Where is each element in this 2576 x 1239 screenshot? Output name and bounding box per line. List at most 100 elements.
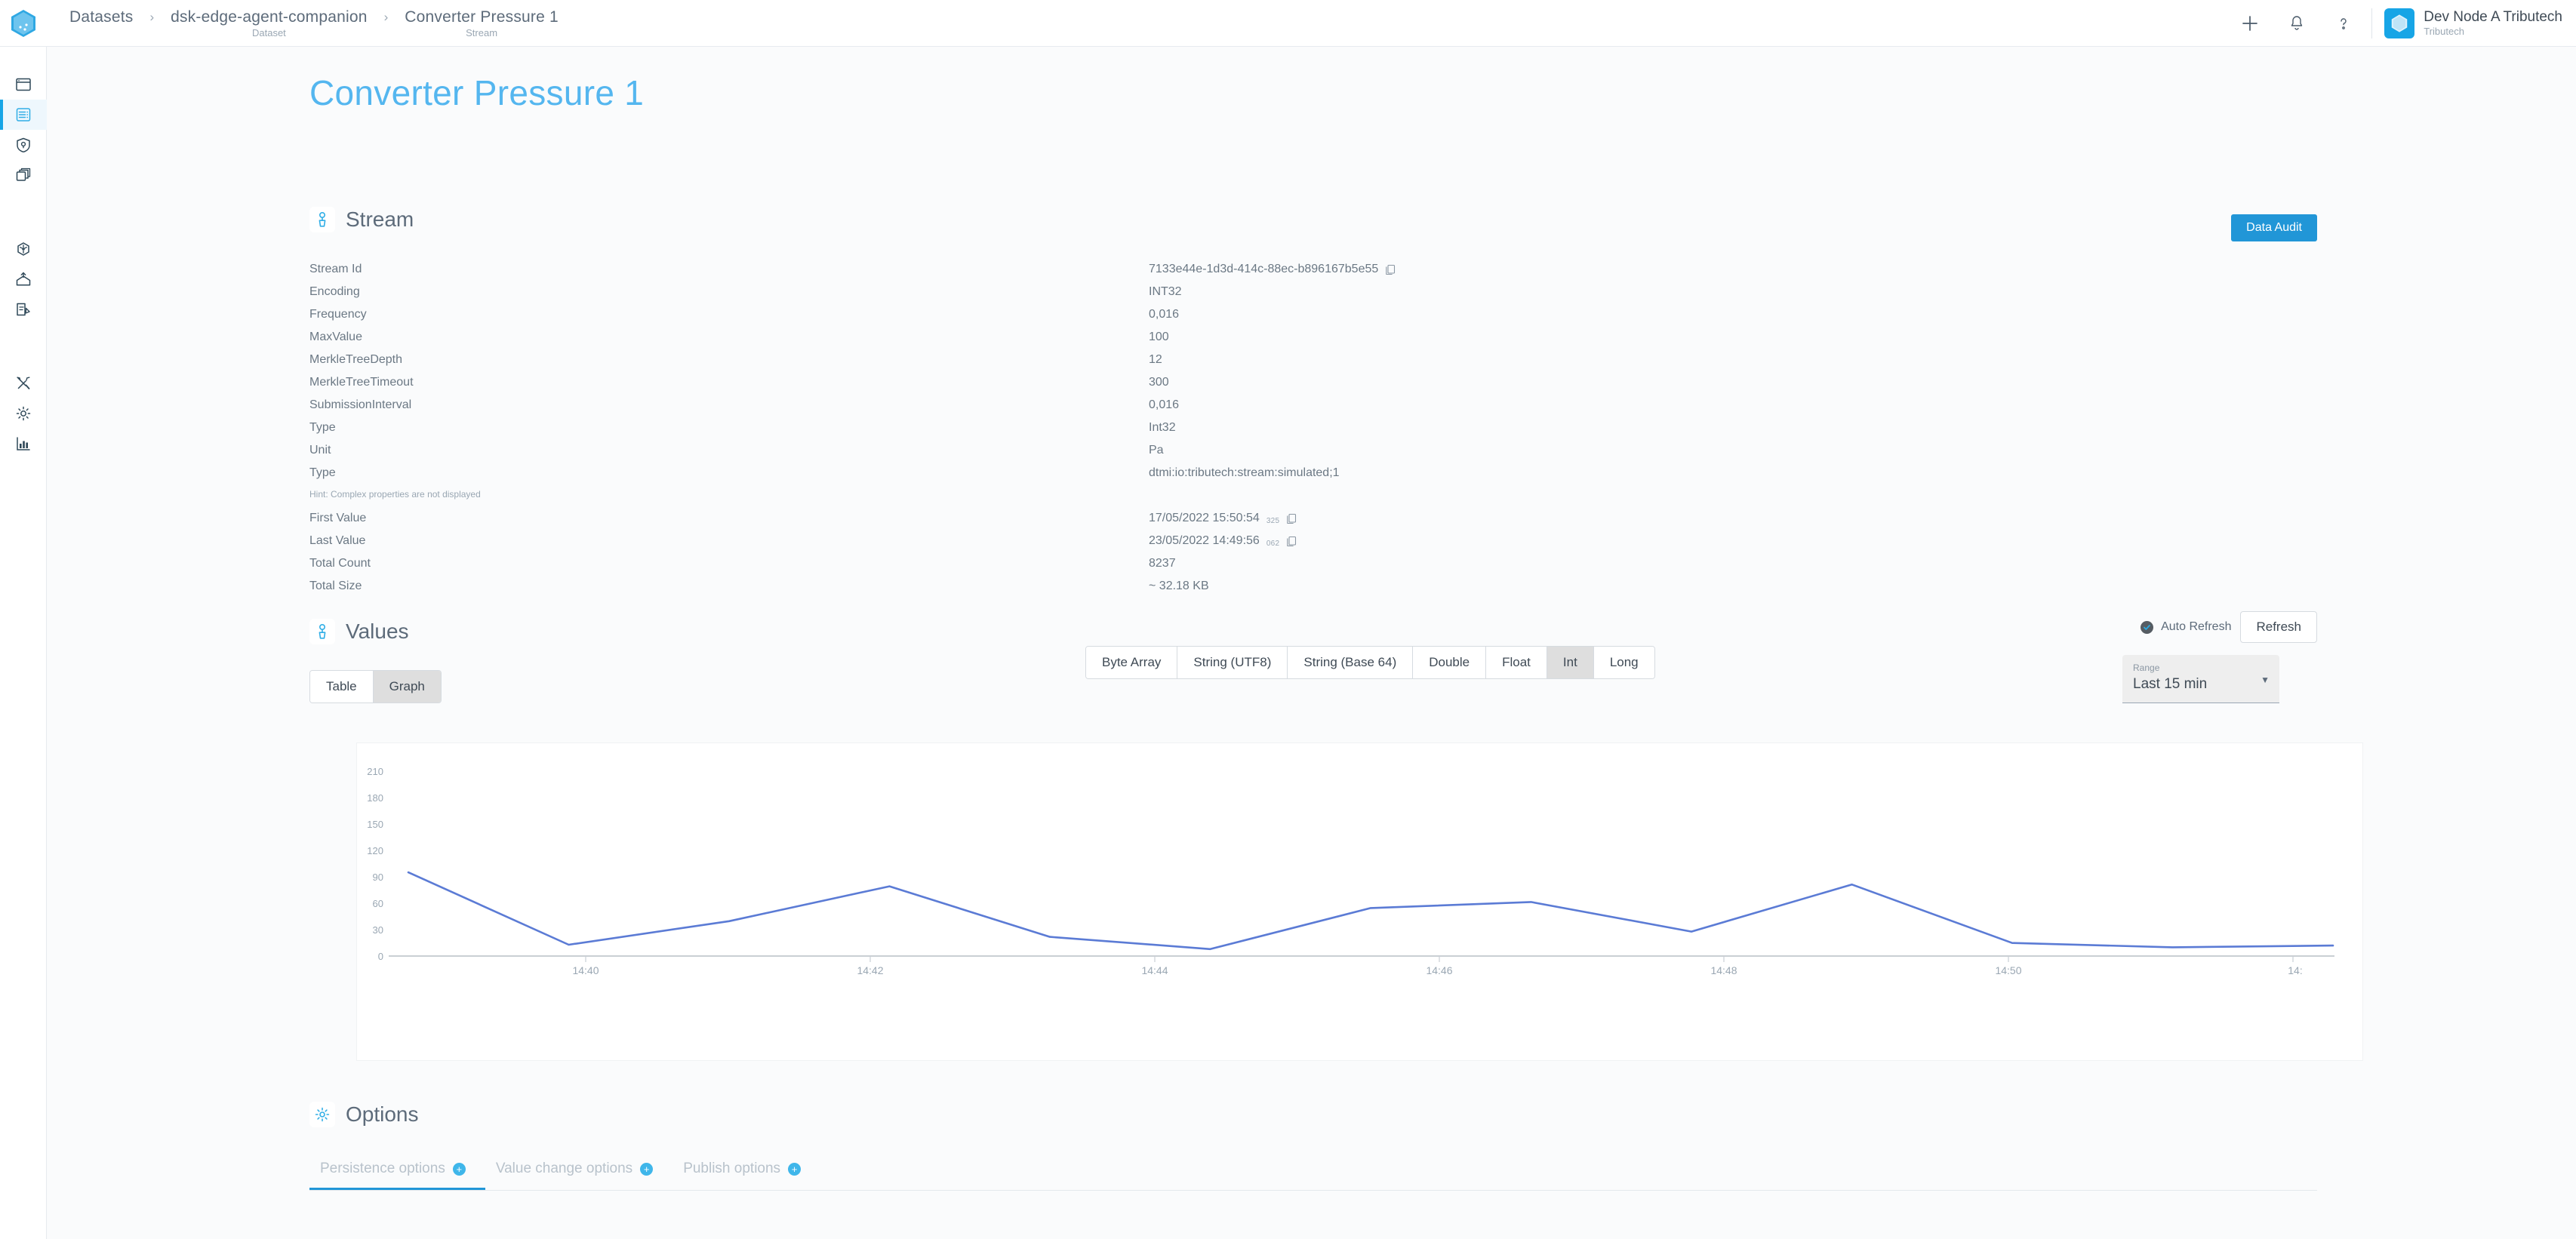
stream-icon <box>309 619 335 644</box>
sidebar-item-tools[interactable] <box>0 368 47 398</box>
info-icon[interactable]: + <box>640 1162 654 1176</box>
sidebar-item-requests[interactable] <box>0 294 47 324</box>
tab-label: Publish options <box>683 1161 781 1176</box>
view-mode-table-button[interactable]: Table <box>310 671 374 703</box>
stream-section-title: Stream <box>346 208 414 231</box>
sidebar-item-datasets[interactable] <box>0 100 47 130</box>
tab-publish-options[interactable]: Publish options + <box>672 1153 820 1190</box>
tab-persistence-options[interactable]: Persistence options + <box>309 1153 485 1190</box>
sidebar-item-analytics[interactable] <box>0 429 47 459</box>
stream-section: Stream Stream Id 7133e44e-1d3d-414c-88ec… <box>309 207 2317 598</box>
sidebar-item-settings[interactable] <box>0 398 47 429</box>
account-name: Dev Node A Tributech <box>2424 9 2562 25</box>
values-chart-card[interactable]: 210 180 150 120 90 60 30 0 14:40 14:42 1… <box>356 742 2363 1061</box>
stat-value: 17/05/2022 15:50:54 325 <box>1149 512 1297 525</box>
copy-icon[interactable] <box>1286 513 1297 524</box>
chevron-right-icon: › <box>383 9 389 24</box>
property-value: 12 <box>1149 353 1162 366</box>
y-axis-tick: 60 <box>373 898 383 909</box>
sidebar-item-overview[interactable] <box>0 69 47 100</box>
range-select[interactable]: Range Last 15 min ▼ <box>2122 655 2279 703</box>
chevron-right-icon: › <box>149 9 155 24</box>
help-icon[interactable] <box>2320 0 2367 47</box>
stat-row: Last Value 23/05/2022 14:49:56 062 <box>309 530 2317 552</box>
account-menu[interactable]: Dev Node A Tributech Tributech <box>2377 8 2576 38</box>
property-key: Unit <box>309 444 331 457</box>
property-row: MaxValue 100 <box>309 326 2317 349</box>
breadcrumb-item-1[interactable]: dsk-edge-agent-companion Dataset <box>165 8 373 38</box>
y-axis-tick: 180 <box>367 792 383 804</box>
property-key: MaxValue <box>309 331 362 343</box>
property-row: Type Int32 <box>309 417 2317 439</box>
type-button-string-utf8[interactable]: String (UTF8) <box>1177 647 1288 678</box>
stat-row: Total Size ~ 32.18 KB <box>309 575 2317 598</box>
sidebar-item-twins[interactable] <box>0 160 47 190</box>
toolbar-divider <box>2371 8 2373 38</box>
auto-refresh-label: Auto Refresh <box>2161 620 2232 633</box>
network-node-icon <box>17 242 29 256</box>
options-section-header: Options <box>309 1102 2317 1127</box>
gear-icon <box>16 406 31 421</box>
x-axis-ticks <box>585 956 2294 962</box>
stat-value-text: 23/05/2022 14:49:56 <box>1149 534 1260 547</box>
top-bar: Datasets › dsk-edge-agent-companion Data… <box>0 0 2576 47</box>
bar-chart-icon <box>17 437 30 450</box>
property-value-text: 7133e44e-1d3d-414c-88ec-b896167b5e55 <box>1149 263 1379 275</box>
stream-properties: Stream Id 7133e44e-1d3d-414c-88ec-b89616… <box>309 258 2317 598</box>
property-key: MerkleTreeTimeout <box>309 376 414 389</box>
property-value: Int32 <box>1149 421 1176 434</box>
property-row: Unit Pa <box>309 439 2317 462</box>
values-section: Values Table Graph Byte Array String (UT… <box>309 611 2317 703</box>
refresh-button[interactable]: Refresh <box>2240 611 2317 643</box>
type-button-byte-array[interactable]: Byte Array <box>1086 647 1178 678</box>
page-title: Converter Pressure 1 <box>309 73 645 112</box>
sidebar-item-security[interactable] <box>0 130 47 160</box>
breadcrumb-label: Datasets <box>69 8 134 26</box>
account-org: Tributech <box>2424 26 2464 37</box>
type-button-int[interactable]: Int <box>1547 647 1594 678</box>
copy-icon[interactable] <box>1286 536 1297 547</box>
type-button-long[interactable]: Long <box>1593 647 1654 678</box>
stat-key: First Value <box>309 512 367 524</box>
notifications-bell-icon[interactable] <box>2273 0 2320 47</box>
property-key: SubmissionInterval <box>309 398 412 411</box>
edit-document-icon <box>17 303 30 316</box>
type-button-float[interactable]: Float <box>1486 647 1547 678</box>
chart-series-line <box>407 871 2334 951</box>
property-row: SubmissionInterval 0,016 <box>309 394 2317 417</box>
property-value: dtmi:io:tributech:stream:simulated;1 <box>1149 466 1340 479</box>
property-key: Stream Id <box>309 263 362 275</box>
property-key: Encoding <box>309 285 360 298</box>
property-row: MerkleTreeTimeout 300 <box>309 371 2317 394</box>
view-mode-graph-button[interactable]: Graph <box>373 671 441 703</box>
breadcrumb-item-2[interactable]: Converter Pressure 1 Stream <box>399 8 565 38</box>
type-button-double[interactable]: Double <box>1413 647 1487 678</box>
stat-value: 8237 <box>1149 557 1176 570</box>
sidebar-item-network[interactable] <box>0 234 47 264</box>
auto-refresh-toggle[interactable]: Auto Refresh <box>2141 620 2231 634</box>
info-icon[interactable]: + <box>788 1162 802 1176</box>
inbox-upload-icon <box>16 272 31 286</box>
breadcrumb-label: dsk-edge-agent-companion <box>171 8 368 26</box>
type-button-string-base64[interactable]: String (Base 64) <box>1288 647 1414 678</box>
property-key: MerkleTreeDepth <box>309 353 403 366</box>
breadcrumb-item-0[interactable]: Datasets <box>63 8 139 26</box>
app-logo[interactable] <box>0 0 47 47</box>
tools-icon <box>17 377 30 389</box>
shield-lock-icon <box>17 137 30 153</box>
sidebar <box>0 47 47 1239</box>
tab-value-change-options[interactable]: Value change options + <box>485 1153 672 1190</box>
account-avatar <box>2384 8 2415 38</box>
sidebar-item-inbox[interactable] <box>0 264 47 294</box>
options-section-title: Options <box>346 1102 419 1126</box>
stream-icon <box>309 207 335 232</box>
property-value: 300 <box>1149 376 1169 389</box>
top-bar-actions: Dev Node A Tributech Tributech <box>2227 0 2576 47</box>
add-icon[interactable] <box>2227 0 2273 47</box>
stat-row: Total Count 8237 <box>309 552 2317 575</box>
range-value: Last 15 min <box>2133 676 2208 692</box>
copy-icon[interactable] <box>1385 264 1396 275</box>
info-icon[interactable]: + <box>452 1162 466 1176</box>
checkmark-icon <box>2141 620 2154 634</box>
